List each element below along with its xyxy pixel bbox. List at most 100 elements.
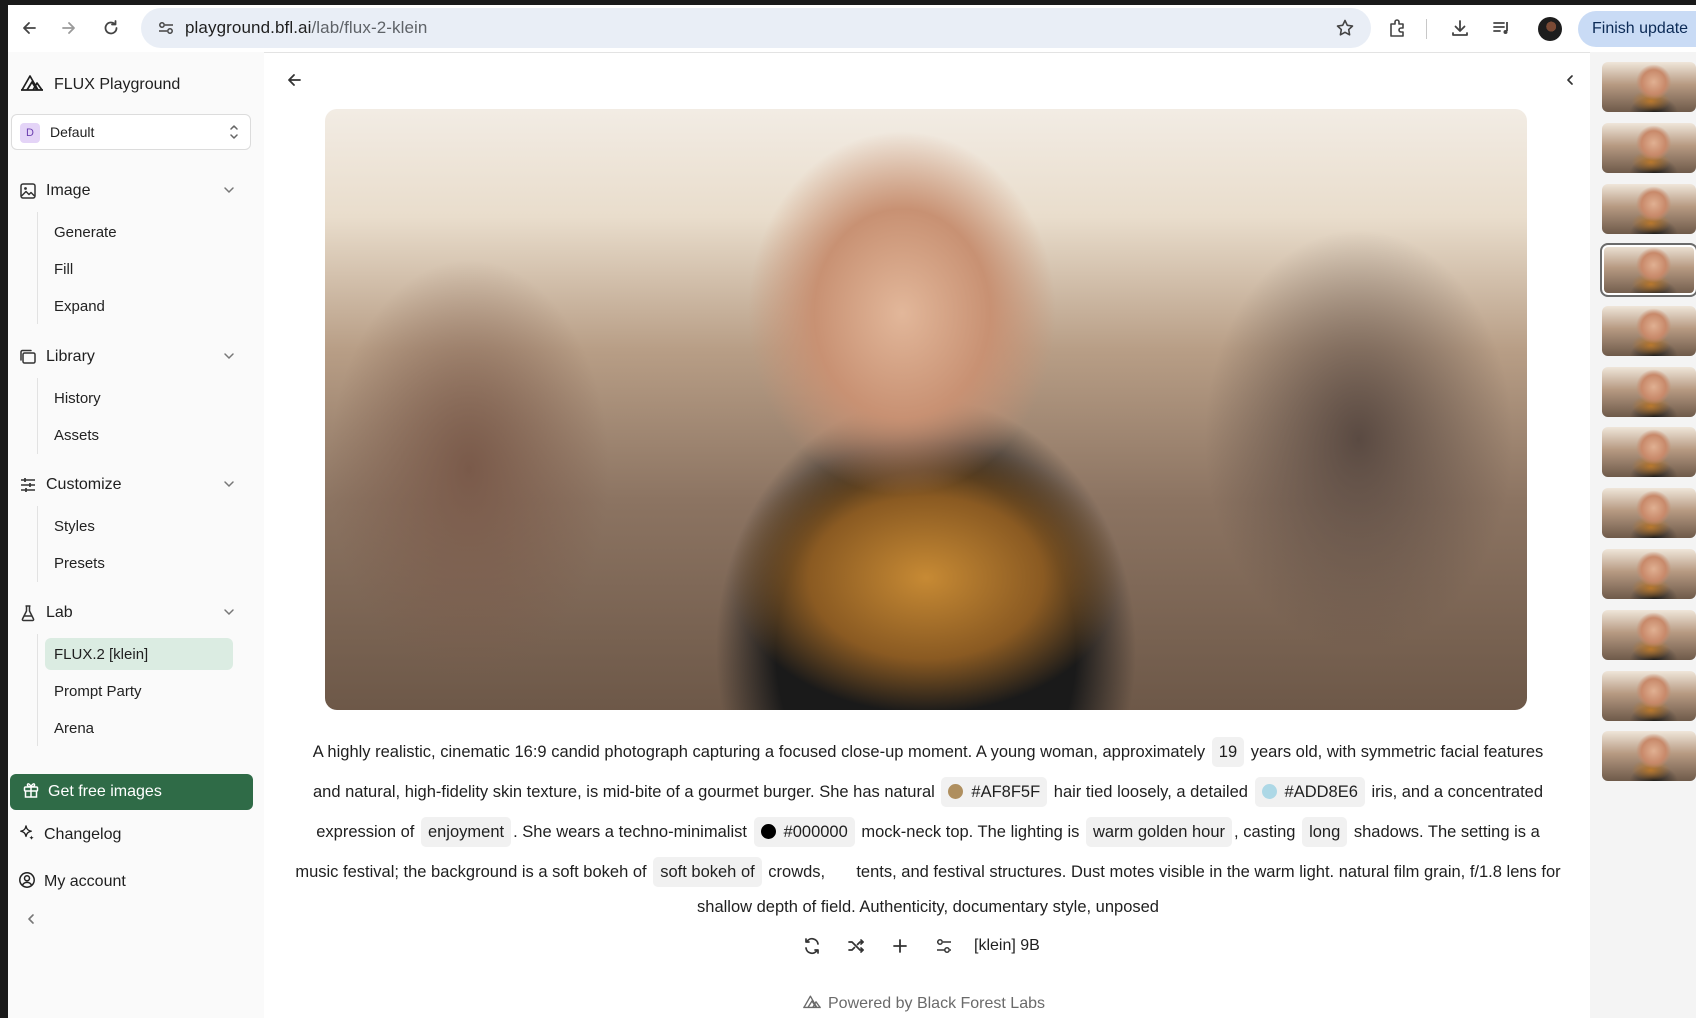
thumbnail[interactable] (1602, 731, 1696, 781)
brand[interactable]: FLUX Playground (20, 72, 180, 97)
sidebar-item-presets[interactable]: Presets (45, 547, 233, 579)
my-account-label: My account (44, 873, 126, 890)
sidebar-item-arena[interactable]: Arena (45, 712, 233, 744)
bfl-logo-icon (802, 993, 822, 1014)
url-text: playground.bfl.ai/lab/flux-2-klein (185, 18, 427, 38)
prompt-text-segment: crowds, (768, 863, 826, 881)
my-account-link[interactable]: My account (18, 868, 126, 896)
sparkle-icon (18, 824, 36, 847)
prompt-chip-age[interactable]: 19 (1211, 737, 1245, 767)
changelog-label: Changelog (44, 826, 122, 843)
thumbnail[interactable] (1602, 610, 1696, 660)
prompt-text-segment: . She wears a techno-minimalist (513, 823, 747, 841)
download-icon[interactable] (1443, 11, 1477, 45)
user-circle-icon (18, 871, 36, 894)
flask-icon (18, 603, 38, 623)
chevron-down-icon (222, 349, 236, 368)
thumbnail-selected[interactable] (1600, 243, 1696, 297)
prompt-text-segment: , casting (1234, 823, 1296, 841)
reload-icon[interactable] (94, 11, 128, 45)
section-image-label: Image (46, 182, 91, 199)
thumbnail[interactable] (1602, 488, 1696, 538)
chevron-down-icon (222, 183, 236, 202)
window-frame-left (0, 0, 8, 1018)
prompt-text-segment: years old, with symmetric facial feature… (1250, 743, 1544, 761)
sidebar-item-styles[interactable]: Styles (45, 510, 233, 542)
prompt-chip-iris-color[interactable]: #ADD8E6 (1254, 777, 1365, 807)
collapse-panel-icon[interactable] (1560, 70, 1580, 90)
bookmark-star-icon[interactable] (1333, 16, 1357, 40)
section-customize-guide (37, 506, 38, 582)
flux-logo-icon (20, 72, 44, 97)
prompt-text-segment: tents, and festival structures. Dust mot… (856, 863, 1561, 881)
sidebar-item-assets[interactable]: Assets (45, 419, 233, 451)
prompt-chip-shadow-length[interactable]: long (1302, 817, 1348, 847)
prompt-actions: [klein] 9B (790, 930, 1040, 962)
prompt-line-1: A highly realistic, cinematic 16:9 candi… (280, 732, 1576, 772)
shuffle-icon[interactable] (834, 930, 878, 962)
prompt-line-5: shallow depth of field. Authenticity, do… (697, 898, 1159, 916)
media-queue-icon[interactable] (1484, 11, 1518, 45)
powered-by[interactable]: Powered by Black Forest Labs (802, 993, 1045, 1014)
model-label[interactable]: [klein] 9B (974, 937, 1040, 955)
thumbnail[interactable] (1602, 306, 1696, 356)
add-icon[interactable] (878, 930, 922, 962)
sidebar-item-generate[interactable]: Generate (45, 216, 233, 248)
browser-toolbar: playground.bfl.ai/lab/flux-2-klein Finis… (8, 5, 1696, 53)
prompt-chip-expression[interactable]: enjoyment (420, 817, 512, 847)
prompt-line-4: music festival; the background is a soft… (280, 852, 1576, 892)
prompt-text-segment: mock-neck top. The lighting is (861, 823, 1080, 841)
toolbar-separator (1426, 19, 1427, 39)
section-lab-label: Lab (46, 604, 73, 621)
changelog-link[interactable]: Changelog (18, 821, 121, 849)
thumbnail[interactable] (1602, 184, 1696, 234)
section-library[interactable]: Library (18, 342, 248, 372)
sidebar-item-fill[interactable]: Fill (45, 253, 233, 285)
prompt-chip-top-color[interactable]: #000000 (753, 817, 855, 847)
extensions-icon[interactable] (1380, 11, 1414, 45)
prompt-line-3: expression of enjoyment. She wears a tec… (280, 812, 1576, 852)
prompt-chip-hair-color[interactable]: #AF8F5F (941, 777, 1048, 807)
image-icon (18, 181, 38, 201)
prompt-text[interactable]: A highly realistic, cinematic 16:9 candi… (280, 732, 1576, 922)
section-customize[interactable]: Customize (18, 470, 248, 500)
address-bar[interactable]: playground.bfl.ai/lab/flux-2-klein (141, 8, 1371, 48)
sidebar-item-history[interactable]: History (45, 382, 233, 414)
sidebar-item-expand[interactable]: Expand (45, 290, 233, 322)
section-image[interactable]: Image (18, 176, 248, 206)
finish-update-button[interactable]: Finish update (1578, 11, 1696, 47)
section-lab[interactable]: Lab (18, 598, 248, 628)
forward-icon[interactable] (52, 11, 86, 45)
thumbnail[interactable] (1602, 367, 1696, 417)
color-swatch (1261, 784, 1277, 799)
workspace-select[interactable]: D Default (11, 114, 251, 150)
thumbnail[interactable] (1602, 427, 1696, 477)
chevron-down-icon (222, 477, 236, 496)
settings-sliders-icon[interactable] (922, 930, 966, 962)
prompt-chip-bokeh[interactable]: soft bokeh of (653, 857, 762, 887)
back-arrow-icon[interactable] (282, 68, 306, 92)
powered-by-label: Powered by Black Forest Labs (828, 994, 1045, 1012)
chevron-up-down-icon (228, 121, 240, 145)
thumbnail[interactable] (1602, 123, 1696, 173)
thumbnail[interactable] (1602, 549, 1696, 599)
collapse-sidebar-icon[interactable] (24, 912, 38, 931)
regenerate-icon[interactable] (790, 930, 834, 962)
sidebar-item-prompt-party[interactable]: Prompt Party (45, 675, 233, 707)
section-library-guide (37, 378, 38, 454)
get-free-images-button[interactable]: Get free images (10, 774, 253, 810)
thumbnail[interactable] (1602, 671, 1696, 721)
generated-image[interactable] (325, 109, 1527, 710)
profile-avatar[interactable] (1538, 17, 1562, 41)
color-swatch (948, 784, 964, 799)
thumbnail[interactable] (1602, 62, 1696, 112)
site-settings-icon[interactable] (155, 17, 177, 39)
url-path: /lab/flux-2-klein (311, 18, 428, 37)
sliders-icon (18, 475, 38, 495)
section-lab-guide (37, 634, 38, 746)
section-customize-label: Customize (46, 476, 122, 493)
sidebar-item-flux2-klein[interactable]: FLUX.2 [klein] (45, 638, 233, 670)
back-icon[interactable] (12, 11, 46, 45)
prompt-chip-lighting[interactable]: warm golden hour (1085, 817, 1233, 847)
prompt-line-2: and natural, high-fidelity skin texture,… (280, 772, 1576, 812)
